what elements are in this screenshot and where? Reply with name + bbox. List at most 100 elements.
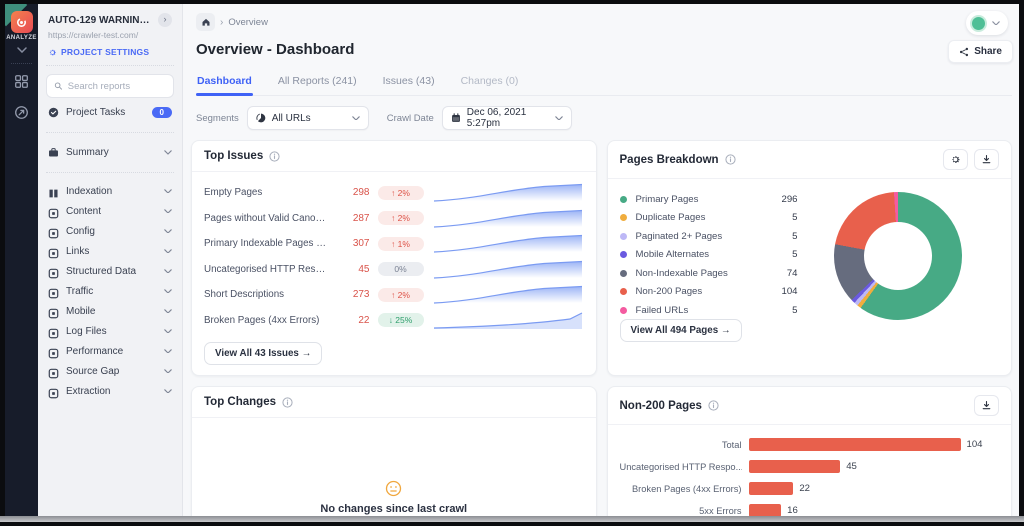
bar-track: 45 [749,460,1000,473]
bar-category-label: Total [620,440,742,450]
sidebar-item-source-gap[interactable]: Source Gap [38,361,182,381]
bar-value: 16 [787,505,798,516]
sidebar-item-structured-data[interactable]: Structured Data [38,261,182,281]
sidebar-item-summary[interactable]: Summary [38,141,182,164]
app-logo-icon[interactable] [11,11,33,33]
sidebar-item-label: Mobile [66,306,157,317]
legend-row[interactable]: Mobile Alternates 5 [620,246,798,265]
report-icon [48,246,59,257]
sidebar-item-links[interactable]: Links [38,241,182,261]
trend-sparkline [432,233,584,254]
info-icon[interactable] [269,151,280,162]
apps-grid-icon[interactable] [14,74,29,89]
chevron-down-icon [992,21,1000,26]
issue-label[interactable]: Broken Pages (4xx Errors) [204,315,330,326]
issue-row: Broken Pages (4xx Errors) 22 ↓ 25% [204,308,584,334]
sidebar-divider [46,132,174,133]
tab-all[interactable]: All Reports (241) [277,71,358,95]
bar[interactable] [749,482,794,495]
report-icon [48,306,59,317]
legend-row[interactable]: Duplicate Pages 5 [620,209,798,228]
report-icon [48,206,59,217]
project-tasks-count-badge: 0 [152,107,172,118]
info-icon[interactable] [282,397,293,408]
search-icon [54,81,63,91]
legend-label: Non-Indexable Pages [636,268,757,279]
top-changes-card: Top Changes No changes since last crawl [191,386,597,516]
chevron-down-icon [352,116,360,121]
download-button[interactable] [974,395,999,416]
sidebar-item-label: Links [66,246,157,257]
legend-row[interactable]: Primary Pages 296 [620,190,798,209]
main-content: › Overview Overview - Dashboard Share Da… [183,4,1019,516]
project-switch-chevron[interactable]: › [158,13,172,27]
bar-row: 5xx Errors 16 [620,504,1000,516]
info-icon[interactable] [708,400,719,411]
chart-settings-button[interactable] [943,149,968,170]
empty-state: No changes since last crawl [192,480,596,515]
change-badge: ↑ 2% [378,186,424,200]
project-settings-link[interactable]: PROJECT SETTINGS [48,47,172,57]
legend-row[interactable]: Failed URLs 5 [620,301,798,320]
tab-label: Issues (43) [383,75,435,87]
bar-category-label: 5xx Errors [620,506,742,516]
segments-select[interactable]: All URLs [247,106,369,130]
sidebar-item-content[interactable]: Content [38,201,182,221]
sidebar-item-label: Traffic [66,286,157,297]
info-icon[interactable] [725,154,736,165]
view-all-pages-button[interactable]: View All 494 Pages → [620,319,742,342]
bar[interactable] [749,438,961,451]
avatar [970,15,987,32]
sidebar-item-log-files[interactable]: Log Files [38,321,182,341]
download-button[interactable] [974,149,999,170]
project-tasks-item[interactable]: Project Tasks 0 [38,101,182,124]
breadcrumb-current[interactable]: Overview [228,17,268,28]
search-reports-input[interactable] [68,81,166,92]
bar[interactable] [749,504,782,516]
sidebar-item-traffic[interactable]: Traffic [38,281,182,301]
rail-collapse-chevron-icon[interactable] [17,47,27,53]
share-button[interactable]: Share [948,40,1013,63]
issue-label[interactable]: Short Descriptions [204,289,330,300]
sidebar-item-config[interactable]: Config [38,221,182,241]
sidebar-item-label: Extraction [66,386,157,397]
home-icon [201,17,211,27]
page-title: Overview - Dashboard [196,41,1012,58]
legend-row[interactable]: Paginated 2+ Pages 5 [620,227,798,246]
legend-color-dot [620,233,627,240]
sidebar-item-indexation[interactable]: Indexation [38,181,182,201]
legend-label: Failed URLs [636,305,757,316]
segments-value: All URLs [272,113,346,124]
sidebar-item-label: Config [66,226,157,237]
bar-row: Uncategorised HTTP Respo... 45 [620,460,1000,473]
tab-dashboard[interactable]: Dashboard [196,71,253,95]
sidebar-item-performance[interactable]: Performance [38,341,182,361]
chevron-down-icon [164,269,172,274]
pages-breakdown-card: Pages Breakdown Primary Pages 296 Duplic… [607,140,1013,376]
home-breadcrumb-button[interactable] [196,13,215,31]
tab-changes[interactable]: Changes (0) [460,71,520,95]
legend-row[interactable]: Non-Indexable Pages 74 [620,264,798,283]
sidebar-item-mobile[interactable]: Mobile [38,301,182,321]
user-menu[interactable] [966,11,1008,35]
gauge-icon[interactable] [14,105,29,120]
pages-breakdown-donut-chart[interactable] [834,192,962,320]
project-name[interactable]: AUTO-129 WARNING - Less [48,15,154,26]
sidebar-item-extraction[interactable]: Extraction [38,381,182,401]
issue-label[interactable]: Empty Pages [204,187,330,198]
bar-track: 16 [749,504,1000,516]
settings-gear-icon [48,48,57,57]
pages-breakdown-legend: Primary Pages 296 Duplicate Pages 5 Pagi… [620,190,798,320]
bar[interactable] [749,460,841,473]
tab-issues[interactable]: Issues (43) [382,71,436,95]
legend-row[interactable]: Non-200 Pages 104 [620,283,798,302]
empty-state-message: No changes since last crawl [320,503,467,515]
crawl-date-select[interactable]: Dec 06, 2021 5:27pm [442,106,572,130]
issue-label[interactable]: Pages without Valid Canonical Tag [204,213,330,224]
issue-label[interactable]: Uncategorised HTTP Response Codes [204,264,330,275]
legend-color-dot [620,196,627,203]
view-all-issues-button[interactable]: View All 43 Issues → [204,342,322,365]
search-reports-box[interactable] [46,74,174,98]
issue-row: Pages without Valid Canonical Tag 287 ↑ … [204,206,584,232]
issue-label[interactable]: Primary Indexable Pages Not in Sitemaps [204,238,330,249]
